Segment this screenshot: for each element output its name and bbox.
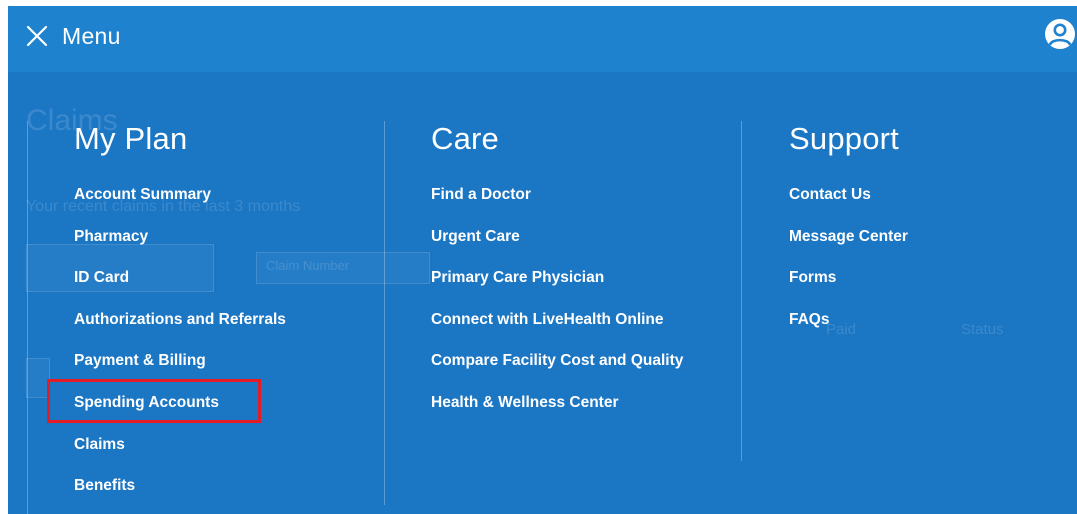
nav-link-message-center[interactable]: Message Center (789, 228, 908, 246)
nav-link-urgent-care[interactable]: Urgent Care (431, 228, 520, 246)
support-heading: Support (789, 121, 899, 156)
nav-link-account-summary[interactable]: Account Summary (74, 186, 211, 204)
menu-label: Menu (62, 22, 121, 49)
nav-link-primary-care-physician[interactable]: Primary Care Physician (431, 269, 604, 287)
nav-link-health-wellness-center[interactable]: Health & Wellness Center (431, 394, 619, 412)
care-heading: Care (431, 121, 499, 156)
background-filter-select-label: Claim Number (266, 258, 350, 273)
menu-overlay: Claims Your recent claims in the last 3 … (8, 6, 1077, 514)
nav-link-pharmacy[interactable]: Pharmacy (74, 228, 148, 246)
highlight-annotation-box (47, 379, 261, 423)
nav-link-claims[interactable]: Claims (74, 436, 125, 454)
nav-link-payment-billing[interactable]: Payment & Billing (74, 352, 206, 370)
user-avatar-button[interactable] (1045, 19, 1075, 49)
nav-link-faqs[interactable]: FAQs (789, 311, 829, 329)
nav-link-authorizations-referrals[interactable]: Authorizations and Referrals (74, 311, 286, 329)
column-divider-middle (384, 121, 385, 505)
close-icon (26, 25, 48, 47)
nav-link-find-a-doctor[interactable]: Find a Doctor (431, 186, 531, 204)
close-menu-button[interactable]: Menu (26, 18, 121, 54)
nav-link-contact-us[interactable]: Contact Us (789, 186, 871, 204)
user-icon (1048, 23, 1072, 46)
nav-link-id-card[interactable]: ID Card (74, 269, 129, 287)
my-plan-heading: My Plan (74, 121, 188, 156)
background-column-status: Status (961, 321, 1004, 338)
nav-link-benefits[interactable]: Benefits (74, 477, 135, 495)
menu-topbar: Menu (8, 6, 1077, 72)
column-divider-right (741, 121, 742, 461)
nav-link-compare-facility-cost-quality[interactable]: Compare Facility Cost and Quality (431, 352, 683, 370)
column-divider-left (27, 121, 28, 514)
nav-link-connect-livehealth-online[interactable]: Connect with LiveHealth Online (431, 311, 664, 329)
nav-link-forms[interactable]: Forms (789, 269, 836, 287)
background-column-paid: Paid (826, 321, 857, 338)
